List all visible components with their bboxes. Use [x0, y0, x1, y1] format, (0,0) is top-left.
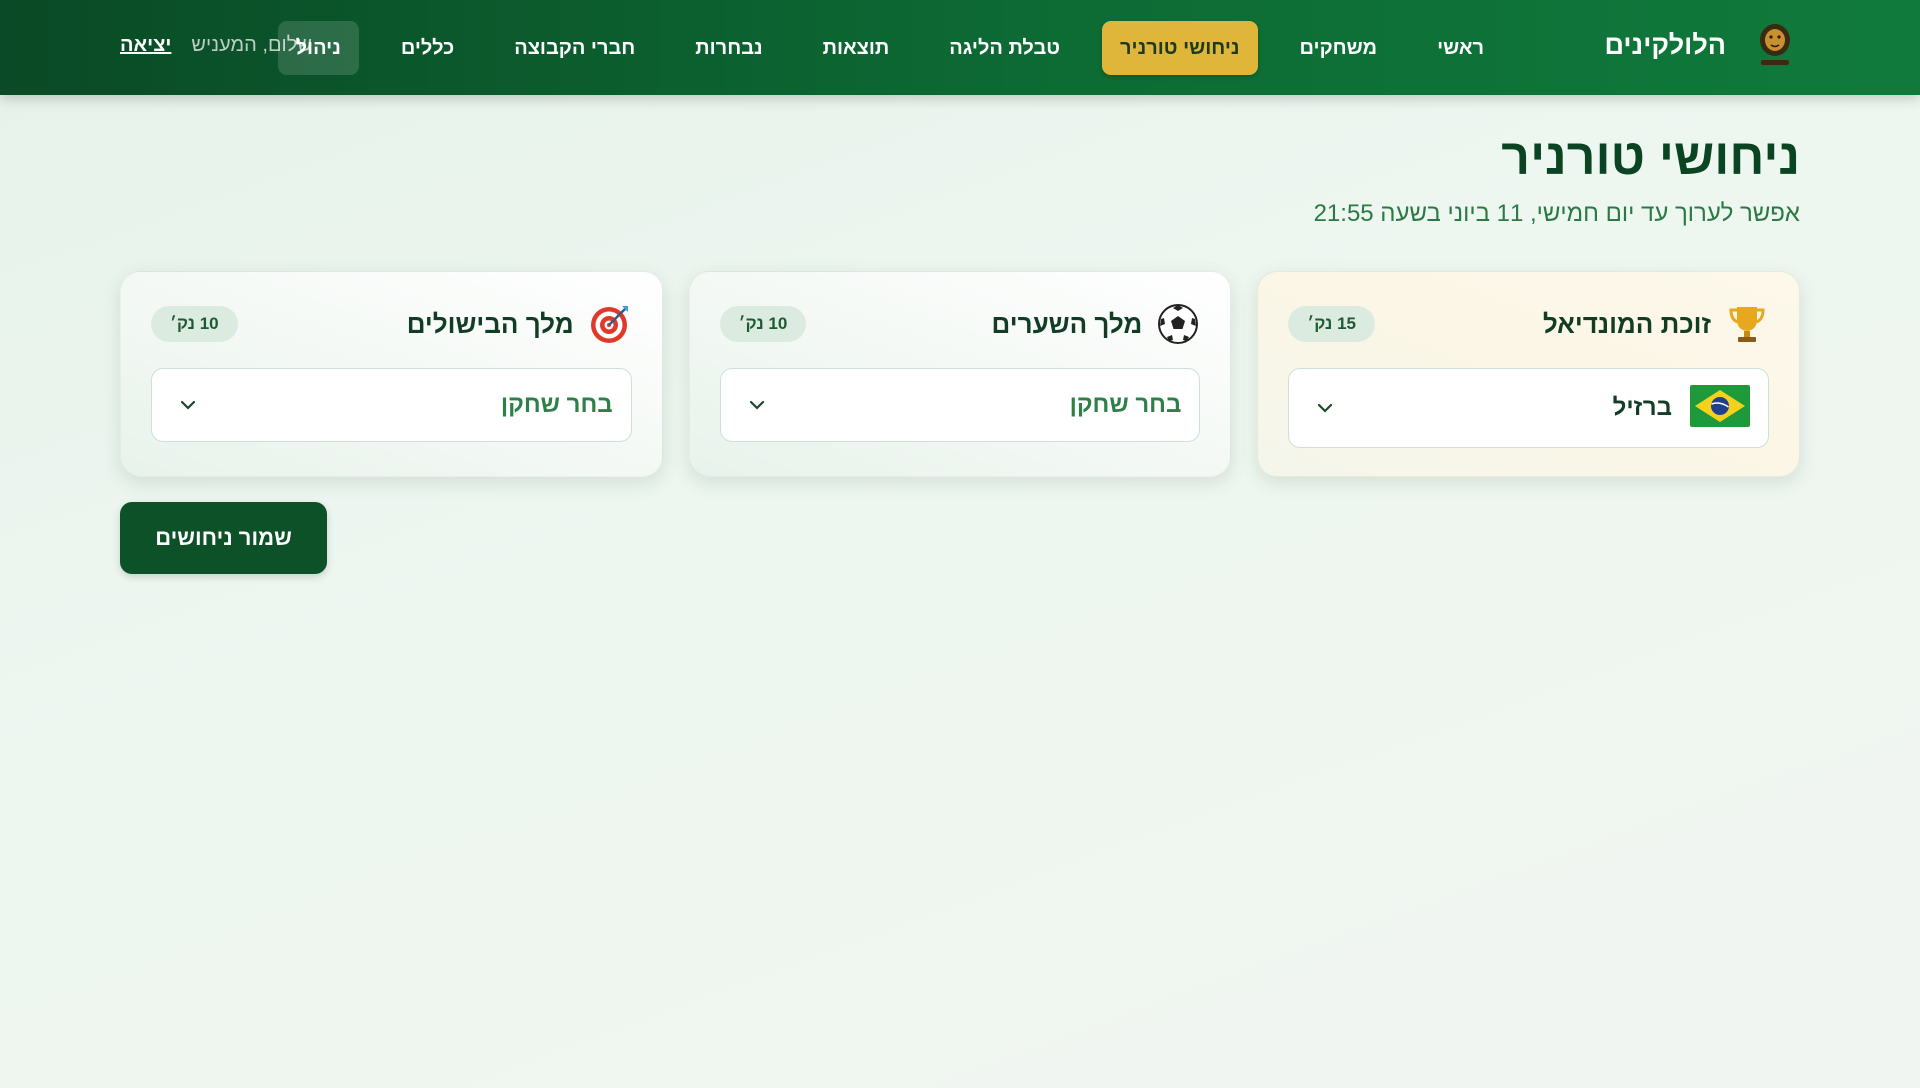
nav-item-tournament-predictions[interactable]: ניחושי טורניר: [1102, 21, 1258, 75]
nav-item-league-table[interactable]: טבלת הליגה: [931, 21, 1078, 75]
nav-item-home[interactable]: ראשי: [1419, 21, 1502, 75]
user-box: שלום, המעניש יציאה: [120, 34, 312, 57]
points-badge: 10 נק׳: [719, 306, 807, 342]
nav-item-rules[interactable]: כללים: [383, 21, 472, 75]
card-title-group: זוכת המונדיאל: [1543, 302, 1769, 346]
edit-deadline-text: אפשר לערוך עד יום חמישי, 11 ביוני בשעה 2…: [1313, 200, 1800, 227]
prediction-cards: זוכת המונדיאל 15 נק׳ ברזיל מלך השערים 10…: [119, 271, 1800, 477]
world-cup-winner-select[interactable]: ברזיל: [1288, 368, 1769, 448]
main-nav: ראשי משחקים ניחושי טורניר טבלת הליגה תוצ…: [277, 21, 1502, 75]
brand[interactable]: הלולקינים: [1605, 20, 1799, 70]
user-greeting: שלום, המעניש: [191, 34, 312, 56]
card-title: מלך השערים: [991, 308, 1143, 339]
brand-name: הלולקינים: [1604, 29, 1727, 60]
select-placeholder: בחר שחקן: [1069, 391, 1182, 418]
top-scorer-select[interactable]: בחר שחקן: [719, 368, 1201, 442]
lion-logo-icon: [1752, 20, 1798, 70]
assist-king-card: מלך הבישולים 10 נק׳ בחר שחקן: [119, 271, 663, 477]
selected-team-label: ברזיל: [1612, 394, 1672, 421]
target-icon: [588, 302, 632, 346]
card-title-group: מלך הבישולים: [407, 302, 632, 346]
soccer-ball-icon: [1156, 302, 1200, 346]
save-predictions-button[interactable]: שמור ניחושים: [120, 502, 327, 574]
card-title-group: מלך השערים: [992, 302, 1201, 346]
top-navbar: הלולקינים ראשי משחקים ניחושי טורניר טבלת…: [0, 0, 1920, 95]
trophy-icon: [1725, 302, 1769, 346]
card-title: זוכת המונדיאל: [1542, 308, 1711, 339]
world-cup-winner-card: זוכת המונדיאל 15 נק׳ ברזיל: [1257, 271, 1800, 477]
points-badge: 15 נק׳: [1288, 306, 1375, 342]
card-header: מלך הבישולים 10 נק׳: [150, 302, 632, 346]
chevron-down-icon: [178, 395, 198, 415]
select-placeholder: בחר שחקן: [500, 391, 613, 418]
card-title: מלך הבישולים: [406, 308, 574, 339]
nav-item-group-members[interactable]: חברי הקבוצה: [496, 21, 653, 75]
card-header: מלך השערים 10 נק׳: [719, 302, 1201, 346]
nav-item-teams[interactable]: נבחרות: [677, 21, 780, 75]
nav-item-matches[interactable]: משחקים: [1282, 21, 1396, 75]
page-title: ניחושי טורניר: [1501, 129, 1800, 185]
nav-item-results[interactable]: תוצאות: [805, 21, 908, 75]
assist-king-select[interactable]: בחר שחקן: [150, 368, 632, 442]
chevron-down-icon: [747, 395, 767, 415]
logout-link[interactable]: יציאה: [120, 34, 171, 57]
card-header: זוכת המונדיאל 15 נק׳: [1288, 302, 1769, 346]
selected-value: ברזיל: [1612, 384, 1750, 432]
chevron-down-icon: [1315, 398, 1335, 418]
brazil-flag-icon: [1690, 384, 1750, 432]
top-scorer-card: מלך השערים 10 נק׳ בחר שחקן: [688, 271, 1232, 477]
points-badge: 10 נק׳: [150, 306, 238, 342]
